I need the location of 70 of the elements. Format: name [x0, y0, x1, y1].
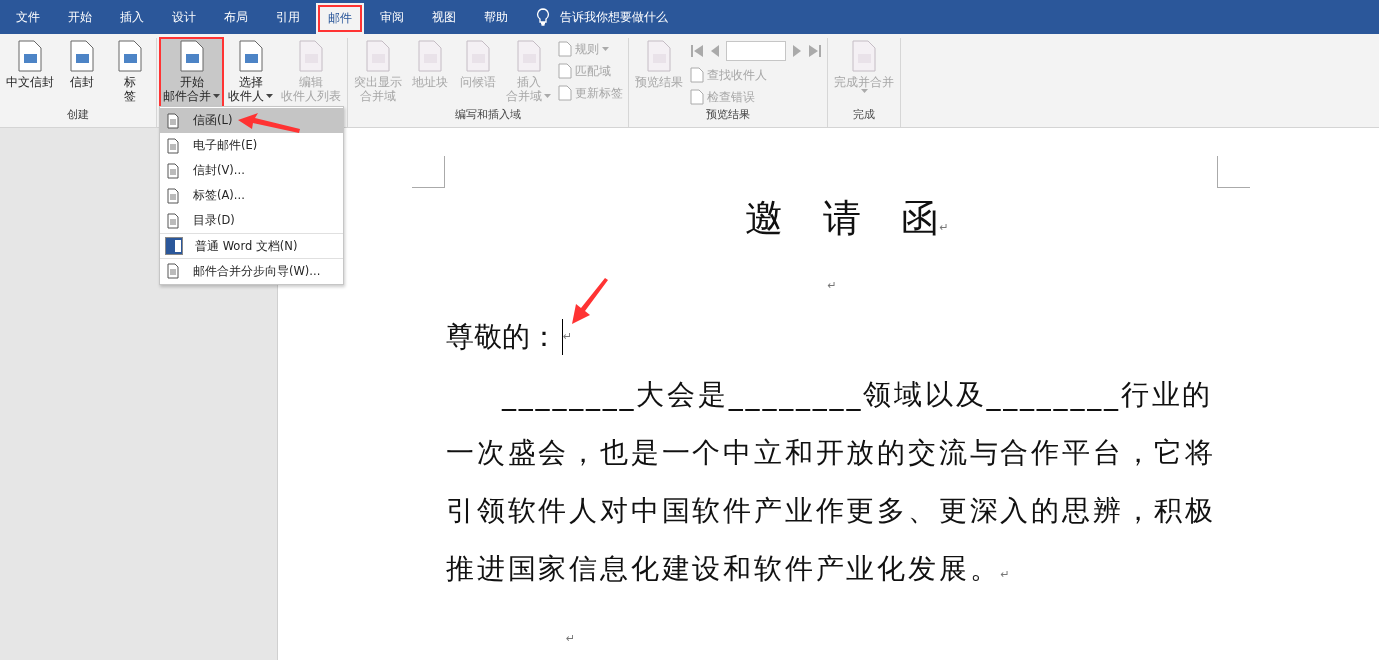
ribbon-tab[interactable]: 设计	[160, 0, 208, 34]
document-icon	[690, 89, 704, 105]
group-label: 预览结果	[706, 108, 750, 121]
ribbon-tab[interactable]: 视图	[420, 0, 468, 34]
document-icon	[849, 40, 879, 72]
document-icon	[165, 263, 181, 279]
menu-item[interactable]: 标签(A)...	[160, 183, 343, 208]
ribbon-tab[interactable]: 邮件	[316, 3, 364, 34]
lightbulb-icon	[536, 8, 550, 26]
document-title: 邀 请 函	[745, 196, 940, 240]
first-record-icon[interactable]	[690, 45, 704, 57]
document-icon	[67, 40, 97, 72]
annotation-arrow	[238, 113, 300, 133]
next-record-icon[interactable]	[792, 45, 802, 57]
menu-item[interactable]: 普通 Word 文档(N)	[160, 233, 343, 258]
annotation-arrow	[572, 278, 608, 324]
paragraph-mark: ↵	[566, 632, 576, 645]
document-icon	[644, 40, 674, 72]
paragraph-mark: ↵	[939, 221, 949, 234]
document-icon	[463, 40, 493, 72]
menu-item[interactable]: 电子邮件(E)	[160, 133, 343, 158]
ribbon-tab[interactable]: 帮助	[472, 0, 520, 34]
document-icon	[296, 40, 326, 72]
crop-mark	[412, 156, 445, 188]
menu-item[interactable]: 信函(L)	[160, 108, 343, 133]
document-icon	[558, 63, 572, 79]
document-icon	[165, 137, 181, 154]
caret-icon	[213, 94, 220, 98]
paragraph-mark: ↵	[827, 279, 837, 292]
ribbon-button[interactable]: 中文信封	[3, 38, 57, 107]
tell-me-search-field[interactable]: 告诉我你想要做什么	[558, 9, 712, 25]
ribbon-tab[interactable]: 文件	[4, 0, 52, 34]
menu-item[interactable]: 邮件合并分步向导(W)...	[160, 258, 343, 283]
group-label: 编写和插入域	[455, 108, 521, 121]
caret-icon	[544, 94, 551, 98]
caret-icon	[860, 89, 868, 93]
ribbon-tab[interactable]: 布局	[212, 0, 260, 34]
ribbon-button[interactable]: 选择 收件人	[225, 38, 276, 107]
paragraph-text: 尊敬的：	[446, 319, 558, 355]
document-icon	[165, 212, 181, 229]
ribbon-tab[interactable]: 开始	[56, 0, 104, 34]
group-label: 完成	[853, 108, 875, 121]
ribbon-button[interactable]: 信封	[59, 38, 105, 107]
document-icon	[363, 40, 393, 72]
caret-icon	[266, 94, 273, 98]
ribbon-tab[interactable]: 引用	[264, 0, 312, 34]
document-icon	[558, 41, 572, 57]
record-number-field[interactable]	[726, 41, 786, 61]
last-record-icon[interactable]	[808, 45, 822, 57]
menu-item[interactable]: 目录(D)	[160, 208, 343, 233]
paragraph-mark: ↵	[563, 329, 573, 345]
document-icon	[558, 85, 572, 101]
document-icon	[165, 187, 181, 204]
ribbon-tab[interactable]: 插入	[108, 0, 156, 34]
document-icon	[690, 67, 704, 83]
caret-icon	[602, 47, 609, 51]
ribbon-button[interactable]: 开始 邮件合并	[160, 38, 223, 107]
ribbon-button[interactable]: 标 签	[107, 38, 153, 107]
document-icon	[165, 112, 181, 129]
crop-mark	[1217, 156, 1250, 188]
document-icon	[165, 162, 181, 179]
document-icon	[415, 40, 445, 72]
document-icon	[115, 40, 145, 72]
ribbon-tab[interactable]: 审阅	[368, 0, 416, 34]
menu-item[interactable]: 信封(V)...	[160, 158, 343, 183]
paragraph-text: ________大会是________领域以及________行业的一次盛会，也是一个中立和开放的交流与合作平台，它将引领软件人对中国软件产业作更多、更深入的思辨，积极推进国家信息化建设和软件产业化发展。↵	[446, 378, 1216, 585]
word-icon	[165, 237, 183, 255]
document-icon	[15, 40, 45, 72]
previous-record-icon[interactable]	[710, 45, 720, 57]
group-label: 创建	[67, 108, 89, 121]
